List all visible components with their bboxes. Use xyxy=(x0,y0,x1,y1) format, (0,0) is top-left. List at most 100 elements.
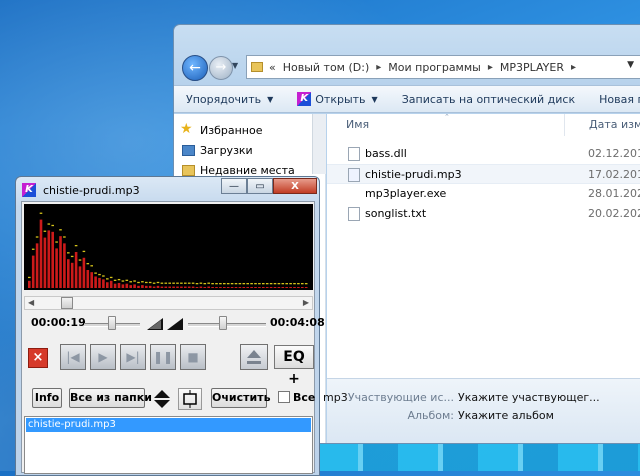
back-button[interactable]: ← xyxy=(182,55,208,81)
spectrum-peak xyxy=(168,282,171,284)
mp3-player-window: K chistie-prudi.mp3 — ▭ X ◀ ▶ 00:00:19 0… xyxy=(15,176,325,476)
pause-icon: ❚❚ xyxy=(152,350,174,364)
spectrum-bar xyxy=(211,287,214,288)
spectrum-bar xyxy=(133,284,136,288)
spectrum-bar xyxy=(98,277,101,288)
spectrum-peak xyxy=(207,282,210,284)
column-divider[interactable] xyxy=(564,114,565,136)
spectrum-bar xyxy=(187,286,191,288)
organize-button[interactable]: Упорядочить ▼ xyxy=(174,93,285,106)
spectrum-visualizer xyxy=(24,204,313,290)
spectrum-peak xyxy=(187,282,191,284)
speed-track[interactable] xyxy=(188,323,266,327)
spectrum-peak xyxy=(246,283,249,285)
address-bar[interactable]: « Новый том (D:) ▸ Мои программы ▸ MP3PL… xyxy=(246,55,640,79)
sort-updown-icon[interactable] xyxy=(152,388,172,410)
list-item[interactable]: chistie-prudi.mp3 xyxy=(26,418,311,432)
player-client: ◀ ▶ 00:00:19 00:04:08 × |◀ ▶ ▶| ❚❚ ■ EQ … xyxy=(21,201,325,474)
file-row[interactable]: bass.dll 02.12.2010 xyxy=(327,144,640,164)
spectrum-bar xyxy=(145,285,148,288)
artist-value[interactable]: Укажите участвующег... xyxy=(458,391,600,404)
spectrum-bar xyxy=(86,270,90,288)
info-button[interactable]: Info xyxy=(32,388,62,408)
details-pane: mp3 Участвующие ис... Укажите участвующе… xyxy=(323,378,640,443)
player-titlebar[interactable]: K chistie-prudi.mp3 xyxy=(22,181,140,199)
maximize-icon: ▭ xyxy=(255,180,265,192)
eject-button[interactable] xyxy=(240,344,268,370)
next-button[interactable]: ▶| xyxy=(120,344,146,370)
file-row[interactable]: chistie-prudi.mp3 17.02.2010 xyxy=(327,164,640,184)
spectrum-peak xyxy=(230,283,234,285)
downloads-folder-icon xyxy=(182,145,195,156)
spectrum-peak xyxy=(277,283,281,285)
column-header-date[interactable]: Дата изме xyxy=(589,114,640,136)
pause-button[interactable]: ❚❚ xyxy=(150,344,176,370)
previous-button[interactable]: |◀ xyxy=(60,344,86,370)
new-folder-button[interactable]: Новая папк xyxy=(587,93,640,106)
nav-scrollbar[interactable] xyxy=(312,114,326,174)
spectrum-bar xyxy=(74,252,78,288)
forward-button[interactable]: → xyxy=(209,56,233,80)
scroll-left-icon[interactable]: ◀ xyxy=(28,297,34,309)
spectrum-peak xyxy=(55,241,58,243)
spectrum-bar xyxy=(191,286,195,288)
minimize-icon: — xyxy=(229,180,239,192)
add-folder-button[interactable]: Все из папки xyxy=(69,388,152,408)
play-button[interactable]: ▶ xyxy=(90,344,116,370)
playlist[interactable]: chistie-prudi.mp3 xyxy=(24,416,313,474)
burn-disc-button[interactable]: Записать на оптический диск xyxy=(390,93,587,106)
seek-bar[interactable]: ◀ ▶ xyxy=(24,296,313,310)
history-dropdown-icon[interactable]: ▼ xyxy=(232,61,238,70)
crumb-separator-icon[interactable]: ▸ xyxy=(571,62,576,73)
remove-button[interactable]: × xyxy=(28,348,48,368)
spectrum-peak xyxy=(172,282,175,284)
volume-thumb[interactable] xyxy=(108,316,116,330)
mini-mode-button[interactable] xyxy=(178,388,202,410)
spectrum-bar xyxy=(78,266,82,288)
scroll-right-icon[interactable]: ▶ xyxy=(303,297,309,309)
recent-places-icon xyxy=(182,165,195,176)
spectrum-peak xyxy=(109,276,113,279)
crumb-programs[interactable]: Мои программы xyxy=(388,61,481,74)
maximize-button[interactable]: ▭ xyxy=(247,178,273,194)
address-dropdown-icon[interactable]: ▼ xyxy=(627,60,634,70)
spectrum-peak xyxy=(215,283,218,285)
file-name: mp3player.exe xyxy=(365,187,447,200)
stop-button[interactable]: ■ xyxy=(180,344,206,370)
seek-thumb[interactable] xyxy=(61,297,73,309)
spectrum-bar xyxy=(121,284,125,288)
address-overflow[interactable]: « xyxy=(269,61,276,74)
select-all-checkbox[interactable] xyxy=(278,391,290,403)
close-button[interactable]: X xyxy=(273,178,317,194)
spectrum-peak xyxy=(35,236,39,238)
nav-label: Избранное xyxy=(200,124,263,137)
crumb-mp3player[interactable]: MP3PLAYER xyxy=(500,61,564,74)
open-button[interactable]: K Открыть ▼ xyxy=(285,92,389,106)
spectrum-peak xyxy=(238,283,242,285)
crumb-drive[interactable]: Новый том (D:) xyxy=(283,61,370,74)
spectrum-bar xyxy=(262,287,265,288)
file-row[interactable]: songlist.txt 20.02.2021 xyxy=(327,204,640,224)
spectrum-bar xyxy=(31,255,35,288)
eject-icon xyxy=(247,350,261,364)
nav-item-favorites[interactable]: ★ Избранное xyxy=(180,121,263,137)
crumb-separator-icon[interactable]: ▸ xyxy=(488,62,493,73)
nav-item-downloads[interactable]: Загрузки xyxy=(182,144,253,157)
crumb-separator-icon[interactable]: ▸ xyxy=(376,62,381,73)
spectrum-bar xyxy=(43,237,47,288)
folder-icon xyxy=(251,62,263,72)
clear-button[interactable]: Очистить xyxy=(211,388,271,408)
minimize-button[interactable]: — xyxy=(221,178,247,194)
spectrum-bar xyxy=(176,286,179,288)
balance-icon[interactable] xyxy=(147,316,183,330)
speed-thumb[interactable] xyxy=(219,316,227,330)
spectrum-bar xyxy=(39,219,43,288)
skip-back-icon: |◀ xyxy=(66,350,80,364)
spectrum-bar xyxy=(59,236,62,288)
album-value[interactable]: Укажите альбом xyxy=(458,409,554,422)
file-row[interactable]: K mp3player.exe 28.01.2021 xyxy=(327,184,640,204)
equalizer-button[interactable]: EQ + xyxy=(274,345,314,387)
details-file-name: mp3 xyxy=(323,391,348,404)
sort-indicator-icon: ⌃ xyxy=(444,113,450,121)
column-header-name[interactable]: Имя xyxy=(346,114,369,136)
